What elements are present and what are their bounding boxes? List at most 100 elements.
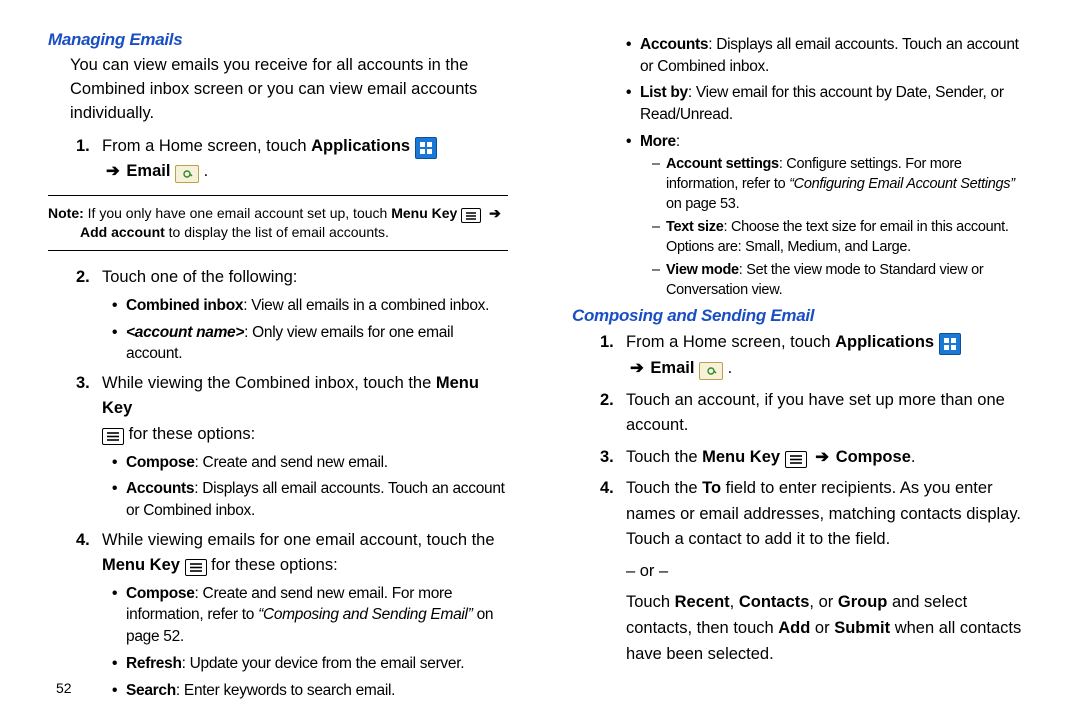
applications-icon <box>415 137 437 159</box>
d2-label: Text size <box>666 219 723 235</box>
left-column: Managing Emails You can view emails you … <box>48 30 508 707</box>
cs4-cb: , <box>730 593 739 611</box>
menu-key-icon <box>185 559 207 576</box>
s3-bullet-1: Compose: Create and send new email. <box>112 452 508 474</box>
cs4-add: Add <box>778 619 810 637</box>
note-text-a: If you only have one email account set u… <box>84 205 391 221</box>
cb2-text: : View email for this account by Date, S… <box>640 84 1004 123</box>
heading-composing: Composing and Sending Email <box>572 306 1032 326</box>
note-text-c: to display the list of email accounts. <box>165 224 389 240</box>
step-2: 2. Touch one of the following: Combined … <box>76 265 508 365</box>
s4b1-label: Compose <box>126 585 195 602</box>
step4-bullets: Compose: Create and send new email. For … <box>112 583 508 701</box>
cs4-recent: Recent <box>675 593 730 611</box>
email-icon <box>699 362 723 380</box>
cstep3-menu: Menu Key <box>702 448 780 466</box>
cs4-a: Touch the <box>626 479 702 497</box>
s2b1-text: : View all emails in a combined inbox. <box>243 297 489 314</box>
arrow-icon: ➔ <box>485 205 503 221</box>
heading-managing-emails: Managing Emails <box>48 30 508 50</box>
managing-steps-list-cont: 2. Touch one of the following: Combined … <box>76 265 508 701</box>
cstep-2: 2. Touch an account, if you have set up … <box>600 388 1032 439</box>
s3b1-label: Compose <box>126 454 195 471</box>
composing-steps-list: 1. From a Home screen, touch Application… <box>600 330 1032 667</box>
cstep3-a: Touch the <box>626 448 702 466</box>
step3-text-a: While viewing the Combined inbox, touch … <box>102 374 436 392</box>
step-3: 3. While viewing the Combined inbox, tou… <box>76 371 508 522</box>
s4b2-label: Refresh <box>126 655 182 672</box>
menu-key-icon <box>785 451 807 468</box>
step2-bullets: Combined inbox: View all emails in a com… <box>112 295 508 365</box>
or-separator: – or – <box>626 559 1032 585</box>
s4-bullet-1: Compose: Create and send new email. For … <box>112 583 508 648</box>
applications-icon <box>939 333 961 355</box>
continuation-bullets: Accounts: Displays all email accounts. T… <box>626 34 1032 300</box>
email-label: Email <box>650 359 694 377</box>
step4-text-a: While viewing emails for one email accou… <box>102 531 495 549</box>
cb2-label: List by <box>640 84 688 101</box>
page-number: 52 <box>56 680 72 696</box>
menu-key-icon <box>461 208 481 223</box>
note-addaccount: Add account <box>80 224 165 240</box>
s4b1-ref: “Composing and Sending Email” <box>258 606 472 623</box>
cb1-label: Accounts <box>640 36 708 53</box>
compose-label: Compose <box>836 448 911 466</box>
step3-text-b: for these options: <box>124 425 255 443</box>
applications-label: Applications <box>311 137 410 155</box>
d1-ref: “Configuring Email Account Settings” <box>789 176 1015 192</box>
dot: . <box>911 448 916 466</box>
s4-bullet-2: Refresh: Update your device from the ema… <box>112 653 508 675</box>
s2-bullet-1: Combined inbox: View all emails in a com… <box>112 295 508 317</box>
s4b3-label: Search <box>126 682 176 699</box>
arrow-icon: ➔ <box>102 162 122 180</box>
applications-label: Applications <box>835 333 934 351</box>
step4-menukey: Menu Key <box>102 556 180 574</box>
d1-label: Account settings <box>666 156 779 172</box>
s2b2-label: <account name> <box>126 324 244 341</box>
note-menukey-label: Menu Key <box>391 205 457 221</box>
cs4-group: Group <box>838 593 888 611</box>
s4b3-text: : Enter keywords to search email. <box>176 682 395 699</box>
cstep1-text-a: From a Home screen, touch <box>626 333 835 351</box>
arrow-icon: ➔ <box>811 448 831 466</box>
cont-bullet-1: Accounts: Displays all email accounts. T… <box>626 34 1032 77</box>
cs4-ce: or <box>810 619 834 637</box>
dash-3: View mode: Set the view mode to Standard… <box>652 261 1032 300</box>
note-box: Note: If you only have one email account… <box>48 195 508 251</box>
note-label: Note: <box>48 205 84 221</box>
email-label: Email <box>126 162 170 180</box>
step-1: 1. From a Home screen, touch Application… <box>76 134 508 185</box>
arrow-icon: ➔ <box>626 359 646 377</box>
cs4-submit: Submit <box>834 619 890 637</box>
s3b2-label: Accounts <box>126 480 194 497</box>
s4b2-text: : Update your device from the email serv… <box>182 655 465 672</box>
cb3-label: More <box>640 133 676 150</box>
d1-textb: on page 53. <box>666 196 739 212</box>
step2-text: Touch one of the following: <box>102 268 297 286</box>
cont-bullet-2: List by: View email for this account by … <box>626 82 1032 125</box>
s2-bullet-2: <account name>: Only view emails for one… <box>112 322 508 365</box>
page-content: Managing Emails You can view emails you … <box>0 0 1080 727</box>
s2b1-label: Combined inbox <box>126 297 243 314</box>
menu-key-icon <box>102 428 124 445</box>
dash-2: Text size: Choose the text size for emai… <box>652 218 1032 257</box>
cstep-3: 3. Touch the Menu Key ➔ Compose. <box>600 445 1032 471</box>
intro-paragraph: You can view emails you receive for all … <box>70 54 508 126</box>
more-dashes: Account settings: Configure settings. Fo… <box>652 155 1032 300</box>
cstep2-text: Touch an account, if you have set up mor… <box>626 391 1005 435</box>
d3-label: View mode <box>666 262 739 278</box>
step4-text-b: for these options: <box>207 556 338 574</box>
cs4-contacts: Contacts <box>739 593 810 611</box>
dash-1: Account settings: Configure settings. Fo… <box>652 155 1032 214</box>
managing-steps-list: 1. From a Home screen, touch Application… <box>76 134 508 185</box>
cs4-ca: Touch <box>626 593 675 611</box>
cb3-colon: : <box>676 133 680 150</box>
cstep-4: 4. Touch the To field to enter recipient… <box>600 476 1032 667</box>
right-column: Accounts: Displays all email accounts. T… <box>572 30 1032 707</box>
cont-bullet-3: More: Account settings: Configure settin… <box>626 131 1032 301</box>
step1-text-a: From a Home screen, touch <box>102 137 311 155</box>
cs4-to: To <box>702 479 721 497</box>
s3-bullet-2: Accounts: Displays all email accounts. T… <box>112 478 508 521</box>
s4-bullet-3: Search: Enter keywords to search email. <box>112 680 508 702</box>
cs4-cc: , or <box>809 593 837 611</box>
